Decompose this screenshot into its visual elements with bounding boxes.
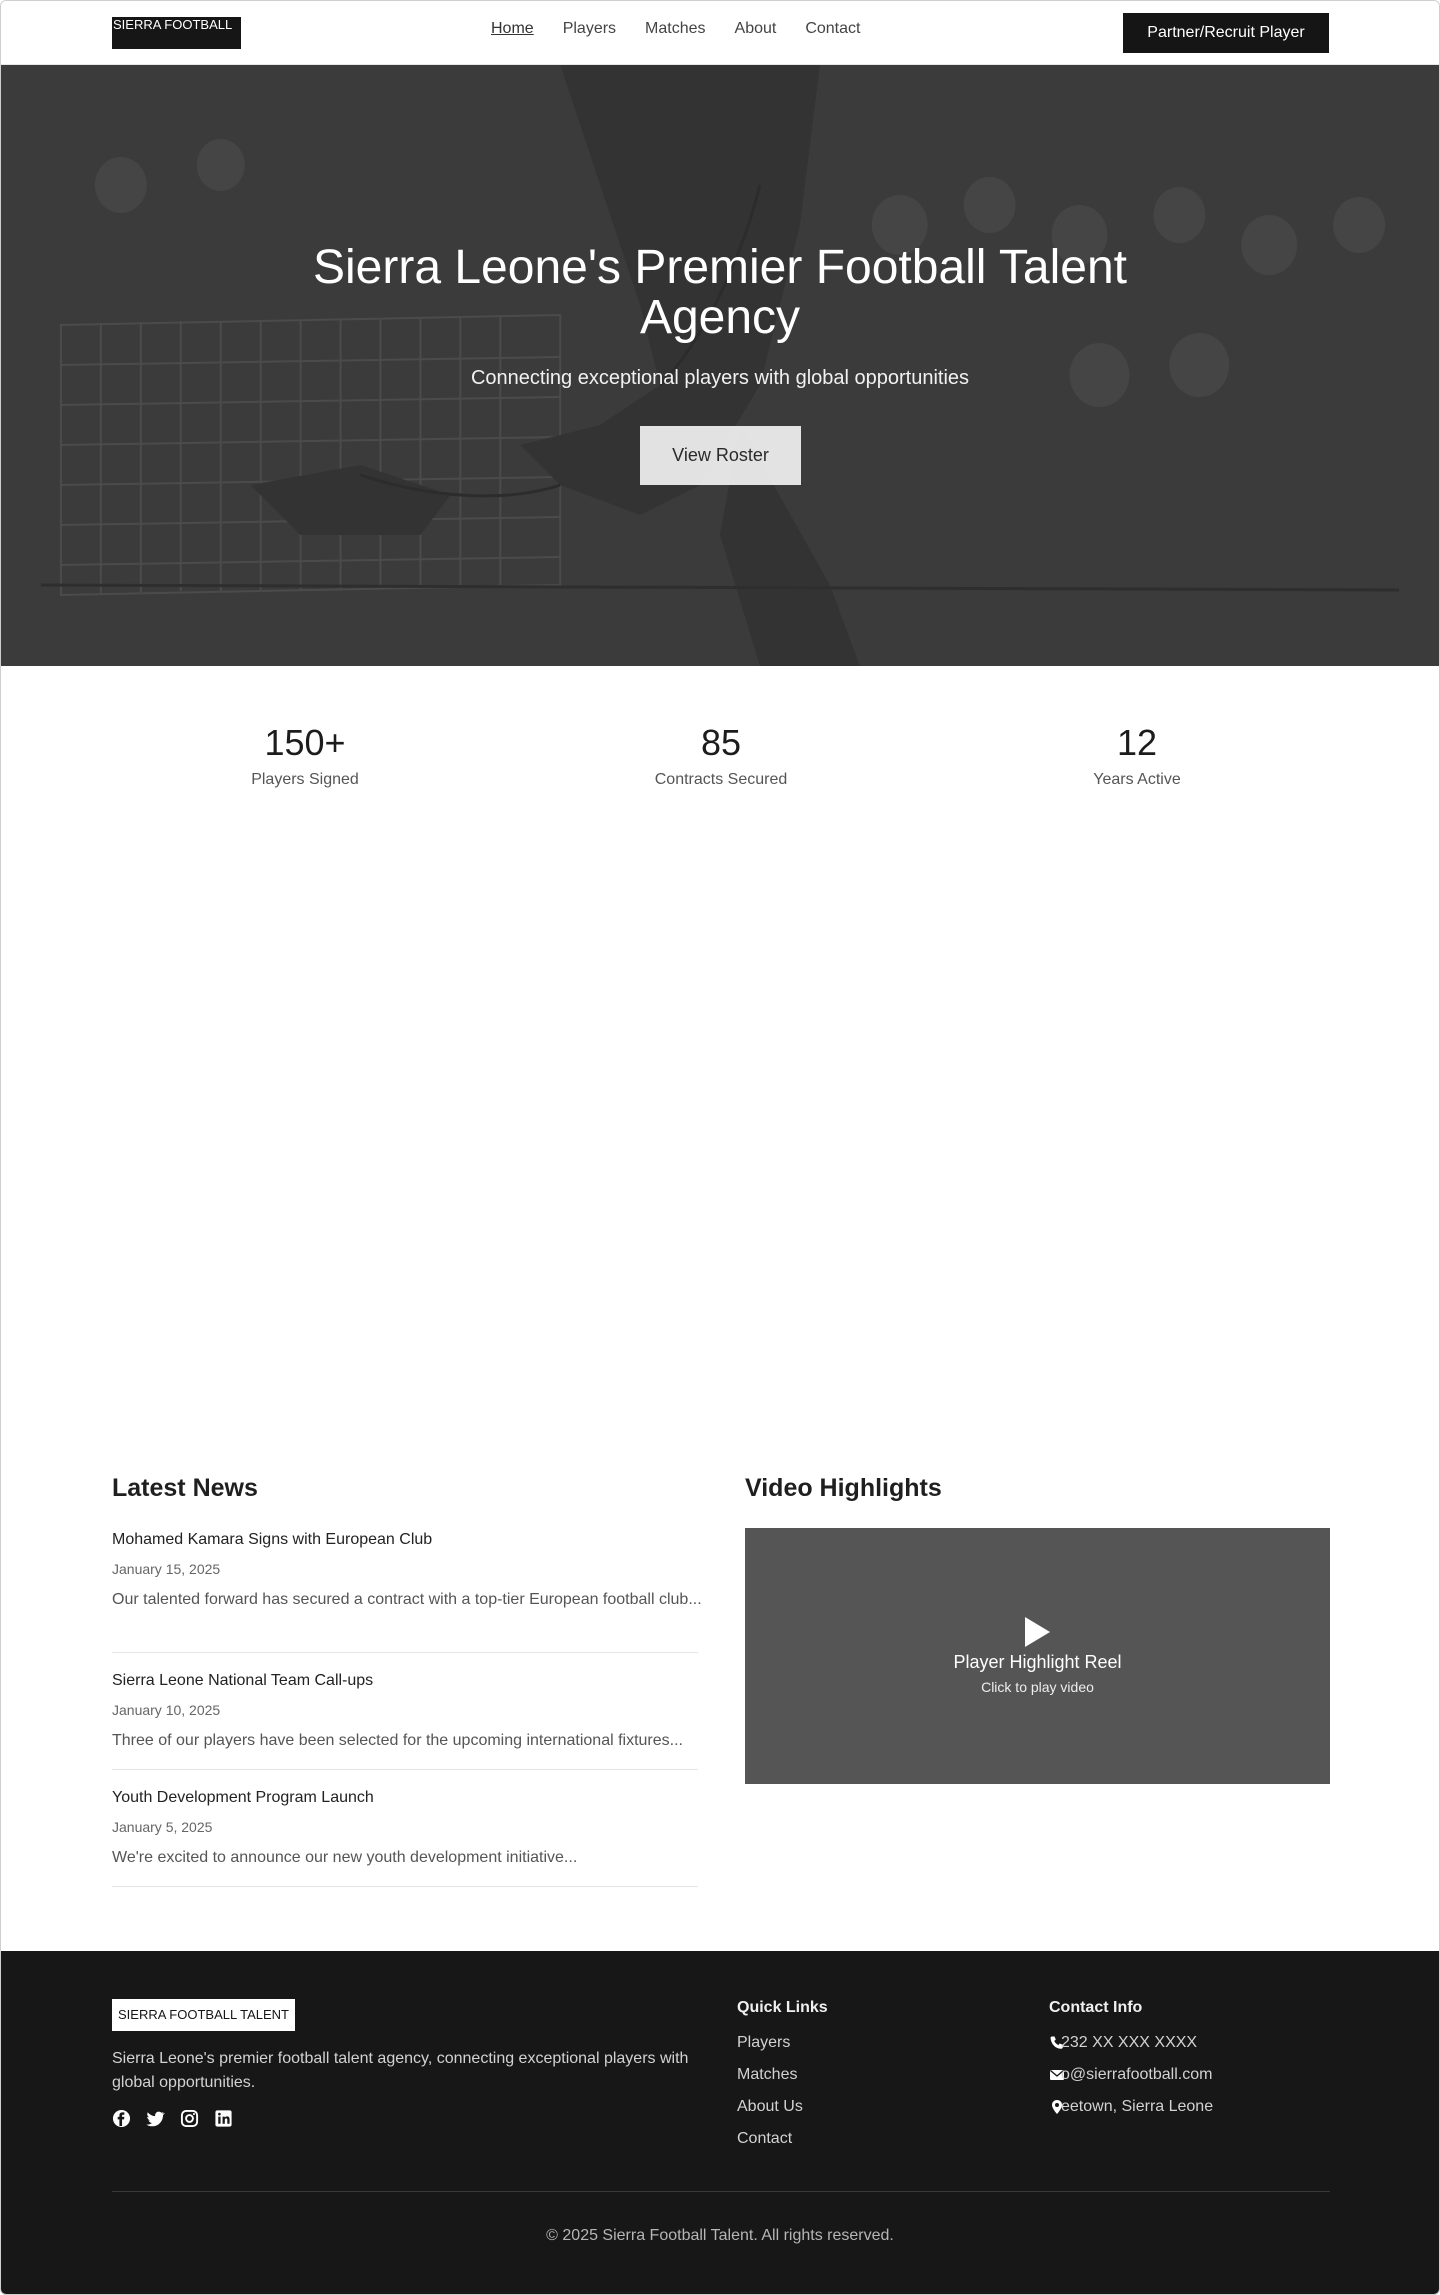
nav-link-about[interactable]: About xyxy=(735,19,777,39)
linkedin-icon[interactable] xyxy=(214,2109,233,2128)
footer-divider xyxy=(112,2191,1330,2192)
stat-label: Years Active xyxy=(1093,771,1181,788)
nav-link-matches[interactable]: Matches xyxy=(645,19,705,39)
nav-link-players[interactable]: Players xyxy=(563,19,616,39)
news-title[interactable]: Mohamed Kamara Signs with European Club xyxy=(112,1530,698,1550)
stat-label: Players Signed xyxy=(251,771,359,788)
twitter-icon[interactable] xyxy=(146,2109,165,2128)
footer-logo[interactable]: SIERRA FOOTBALL TALENT xyxy=(112,1999,295,2031)
stat-label: Contracts Secured xyxy=(654,771,788,788)
stat-value: 85 xyxy=(700,722,742,763)
contact-info-list: 232 XX XXX XXXX o@sierrafootball.com eet… xyxy=(1049,2033,1213,2129)
site-logo[interactable]: SIERRA FOOTBALL xyxy=(112,17,241,49)
stat-value: 150+ xyxy=(264,722,346,763)
news-divider xyxy=(112,1652,698,1653)
news-date: January 15, 2025 xyxy=(112,1561,221,1577)
main-nav: Home Players Matches About Contact xyxy=(491,19,860,39)
view-roster-button[interactable]: View Roster xyxy=(640,426,801,485)
news-item[interactable]: Youth Development Program Launch January… xyxy=(112,1788,698,1870)
news-date: January 10, 2025 xyxy=(112,1702,221,1718)
news-item[interactable]: Mohamed Kamara Signs with European Club … xyxy=(112,1530,702,1612)
news-excerpt: We're excited to announce our new youth … xyxy=(112,1849,578,1866)
news-title[interactable]: Sierra Leone National Team Call-ups xyxy=(112,1671,698,1691)
nav-link-home[interactable]: Home xyxy=(491,19,534,39)
contact-info-heading: Contact Info xyxy=(1049,1999,1143,2016)
stat-value: 12 xyxy=(1116,722,1158,763)
contact-phone-text: 232 XX XXX XXXX xyxy=(1061,2034,1198,2051)
video-player[interactable]: Player Highlight Reel Click to play vide… xyxy=(745,1528,1330,1784)
news-divider xyxy=(112,1886,698,1887)
social-links xyxy=(112,2109,233,2128)
news-item[interactable]: Sierra Leone National Team Call-ups Janu… xyxy=(112,1671,698,1753)
contact-email-text[interactable]: o@sierrafootball.com xyxy=(1061,2065,1212,2085)
footer-description: Sierra Leone's premier football talent a… xyxy=(112,2050,689,2091)
video-subtitle: Click to play video xyxy=(981,1679,1094,1695)
news-excerpt: Three of our players have been selected … xyxy=(112,1732,683,1749)
play-icon[interactable] xyxy=(1023,1616,1051,1648)
footer-link-about-us[interactable]: About Us xyxy=(737,2097,803,2117)
top-navbar: SIERRA FOOTBALL Home Players Matches Abo… xyxy=(1,1,1439,65)
stat-years-active: 12 Years Active xyxy=(987,719,1287,789)
quick-links-heading: Quick Links xyxy=(737,1999,828,2016)
hero-title: Sierra Leone's Premier Football Talent A… xyxy=(312,241,1128,344)
copyright-text: © 2025 Sierra Football Talent. All right… xyxy=(546,2227,894,2244)
contact-address: eetown, Sierra Leone xyxy=(1049,2097,1213,2117)
news-date: January 5, 2025 xyxy=(112,1819,213,1835)
hero-section: Sierra Leone's Premier Football Talent A… xyxy=(1,65,1439,666)
news-excerpt: Our talented forward has secured a contr… xyxy=(112,1591,702,1608)
video-title: Player Highlight Reel xyxy=(953,1652,1122,1672)
site-footer: SIERRA FOOTBALL TALENT Sierra Leone's pr… xyxy=(1,1951,1439,2294)
footer-link-players[interactable]: Players xyxy=(737,2033,803,2053)
contact-phone: 232 XX XXX XXXX xyxy=(1049,2033,1213,2053)
instagram-icon[interactable] xyxy=(180,2109,199,2128)
contact-email: o@sierrafootball.com xyxy=(1049,2065,1213,2085)
page: SIERRA FOOTBALL Home Players Matches Abo… xyxy=(0,0,1440,2295)
stat-players-signed: 150+ Players Signed xyxy=(155,719,455,789)
hero-subtitle: Connecting exceptional players with glob… xyxy=(470,367,970,389)
video-highlights-heading: Video Highlights xyxy=(745,1474,942,1502)
facebook-icon[interactable] xyxy=(112,2109,131,2128)
latest-news-heading: Latest News xyxy=(112,1474,258,1502)
footer-link-matches[interactable]: Matches xyxy=(737,2065,803,2085)
news-title[interactable]: Youth Development Program Launch xyxy=(112,1788,698,1808)
nav-link-contact[interactable]: Contact xyxy=(805,19,860,39)
stat-contracts-secured: 85 Contracts Secured xyxy=(571,719,871,789)
partner-recruit-button[interactable]: Partner/Recruit Player xyxy=(1123,13,1329,53)
news-divider xyxy=(112,1769,698,1770)
contact-address-text: eetown, Sierra Leone xyxy=(1061,2098,1214,2115)
hero-background-sketch xyxy=(1,65,1439,666)
footer-link-contact[interactable]: Contact xyxy=(737,2129,803,2149)
quick-links-list: Players Matches About Us Contact xyxy=(737,2033,803,2161)
